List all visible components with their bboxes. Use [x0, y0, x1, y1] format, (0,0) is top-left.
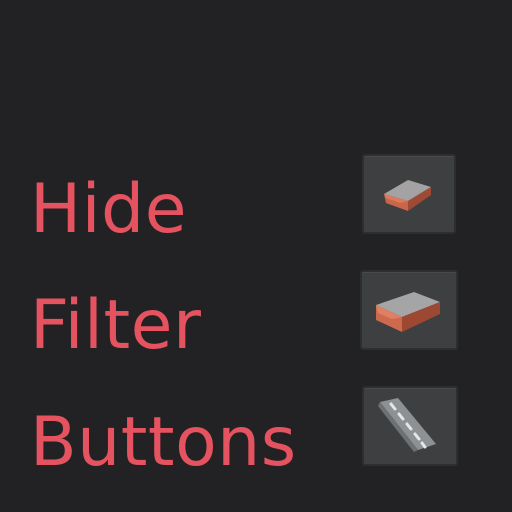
title-line-buttons: Buttons	[30, 403, 297, 482]
large-building-filter-button[interactable]	[360, 270, 458, 350]
small-building-icon	[384, 180, 431, 211]
small-building-filter-button[interactable]	[362, 154, 456, 234]
title-line-filter: Filter	[30, 286, 202, 365]
title-line-hide: Hide	[30, 170, 188, 249]
road-filter-button[interactable]	[362, 386, 458, 466]
road-icon	[378, 398, 438, 452]
large-building-icon	[376, 292, 440, 332]
